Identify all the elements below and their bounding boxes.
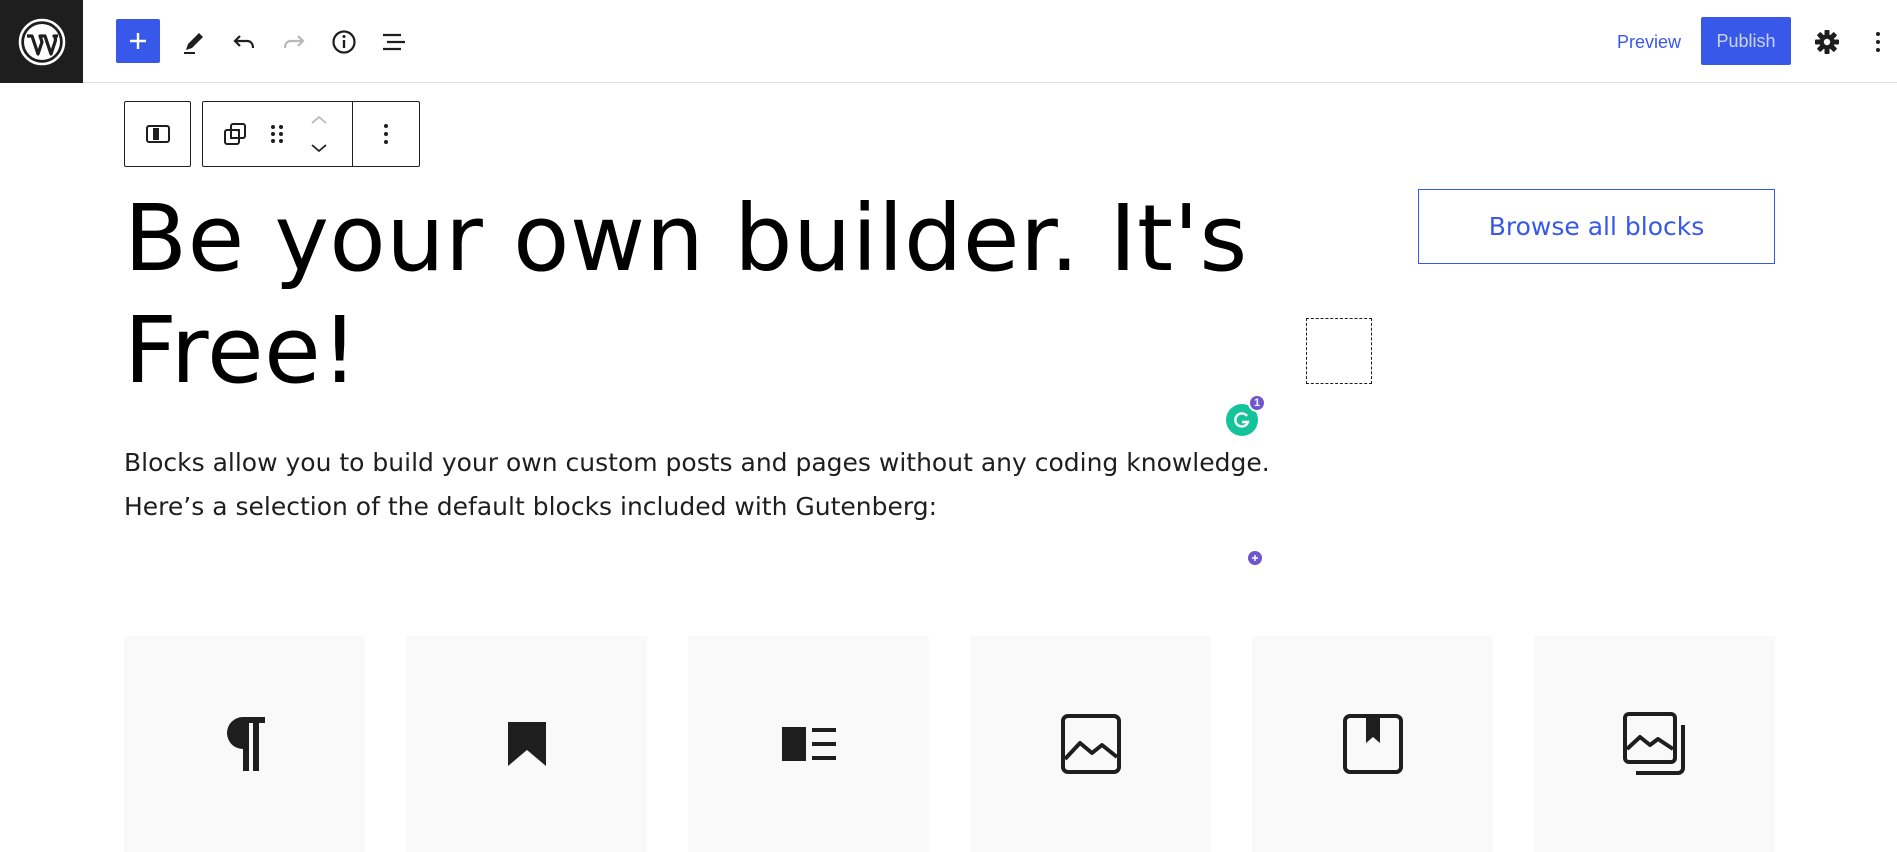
tools-button[interactable]: [172, 20, 216, 64]
duplicate-icon: [224, 123, 246, 145]
media-text-icon: [145, 125, 170, 143]
plus-icon: [130, 33, 146, 49]
block-type-button[interactable]: [125, 102, 190, 166]
add-block-button[interactable]: [116, 19, 160, 63]
paragraph-line-1: Blocks allow you to build your own custo…: [124, 448, 1270, 477]
undo-button[interactable]: [222, 20, 266, 64]
redo-button[interactable]: [272, 20, 316, 64]
paragraph-icon: [226, 717, 265, 771]
tile-paragraph[interactable]: [124, 636, 365, 852]
browse-all-blocks-button[interactable]: Browse all blocks: [1418, 189, 1775, 264]
tile-cover[interactable]: [1252, 636, 1493, 852]
drag-handle-icon: [271, 125, 283, 143]
chevron-down-icon: [311, 144, 327, 153]
settings-button[interactable]: [1805, 20, 1849, 64]
inline-inserter-icon[interactable]: [1248, 551, 1262, 565]
media-text-icon: [781, 727, 836, 761]
gear-icon: [1815, 30, 1839, 54]
paragraph-line-2: Here’s a selection of the default blocks…: [124, 492, 938, 521]
block-toolbar-main: [202, 101, 420, 167]
block-options-button[interactable]: [353, 102, 419, 166]
wordpress-logo-icon[interactable]: [0, 0, 83, 83]
tile-bookmark[interactable]: [406, 636, 647, 852]
move-up-button[interactable]: [299, 108, 339, 132]
heading-line-2: Free!: [124, 297, 359, 404]
chevron-up-icon: [311, 115, 327, 124]
tile-gallery[interactable]: [1534, 636, 1775, 852]
transform-button[interactable]: [203, 102, 267, 166]
empty-block-placeholder[interactable]: [1306, 318, 1372, 384]
list-view-icon: [383, 33, 405, 51]
pencil-icon: [184, 33, 203, 54]
drag-handle[interactable]: [259, 102, 295, 166]
list-view-button[interactable]: [372, 20, 416, 64]
options-button[interactable]: [1860, 20, 1896, 64]
editor-header: Preview Publish: [0, 0, 1897, 83]
more-vertical-icon: [384, 124, 388, 144]
more-vertical-icon: [1876, 32, 1880, 52]
block-toolbar-type: [124, 101, 191, 167]
move-down-button[interactable]: [299, 136, 339, 160]
undo-icon: [233, 35, 255, 49]
tile-media-text[interactable]: [688, 636, 929, 852]
preview-button[interactable]: Preview: [1605, 22, 1693, 62]
cover-icon: [1342, 714, 1403, 774]
grammarly-count-badge: 1: [1248, 394, 1266, 412]
image-icon: [1060, 714, 1121, 774]
intro-paragraph[interactable]: Blocks allow you to build your own custo…: [124, 441, 1274, 529]
redo-icon: [283, 35, 305, 49]
info-icon: [332, 30, 356, 54]
page-heading[interactable]: Be your own builder. It's Free!: [124, 183, 1324, 407]
gallery-icon: [1622, 712, 1685, 775]
tile-image[interactable]: [970, 636, 1211, 852]
details-button[interactable]: [322, 20, 366, 64]
bookmark-icon: [507, 722, 546, 766]
publish-button[interactable]: Publish: [1701, 17, 1791, 65]
heading-line-1: Be your own builder. It's: [124, 185, 1248, 292]
